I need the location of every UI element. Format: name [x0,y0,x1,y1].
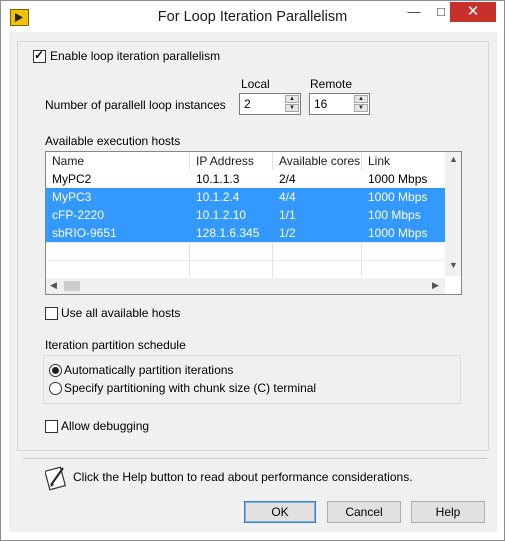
remote-instances-stepper[interactable]: 16 ▲ ▼ [309,93,370,115]
host-cores: 2/4 [279,172,296,186]
remote-decrement-icon[interactable]: ▼ [354,104,368,112]
remote-increment-icon[interactable]: ▲ [354,95,368,103]
host-name: sbRIO-9651 [52,226,117,240]
cancel-button[interactable]: Cancel [327,501,401,523]
separator [23,458,487,459]
host-cores: 1/1 [279,208,296,222]
table-row[interactable]: MyPC2 10.1.1.3 2/4 1000 Mbps [46,170,446,188]
enable-parallelism-checkbox[interactable] [33,48,46,63]
column-header-link[interactable]: Link [362,152,446,170]
host-name: MyPC3 [52,190,92,204]
host-ip: 10.1.2.4 [196,190,240,204]
dialog-body: Enable loop iteration parallelism Local … [9,32,497,532]
table-row[interactable]: sbRIO-9651 128.1.6.345 1/2 1000 Mbps [46,224,446,242]
note-pencil-icon [44,465,67,491]
table-row[interactable]: MyPC3 10.1.2.4 4/4 1000 Mbps [46,188,446,206]
host-link: 1000 Mbps [368,172,428,186]
local-decrement-icon[interactable]: ▼ [285,104,299,112]
host-cores: 1/2 [279,226,296,240]
scroll-up-icon[interactable]: ▲ [449,154,458,164]
host-link: 1000 Mbps [368,226,428,240]
title-bar[interactable]: For Loop Iteration Parallelism — □ ✕ [1,1,504,33]
hosts-section-label: Available execution hosts [45,134,181,148]
column-header-cores[interactable]: Available cores [273,152,362,170]
minimize-icon[interactable]: — [401,2,427,22]
host-link: 1000 Mbps [368,190,428,204]
host-ip: 10.1.2.10 [196,208,247,222]
instances-label: Number of parallell loop instances [45,98,226,112]
hosts-table[interactable]: Name IP Address Available cores Link MyP… [45,151,462,295]
local-label: Local [241,77,270,91]
row-divider [46,260,446,261]
host-ip: 10.1.1.3 [196,172,240,186]
host-name: cFP-2220 [52,208,105,222]
chunk-size-radio[interactable] [49,382,62,395]
column-header-ip[interactable]: IP Address [190,152,273,170]
use-all-hosts-label: Use all available hosts [61,306,181,320]
horizontal-scrollbar[interactable]: ◀ ▶ [46,278,445,294]
help-button[interactable]: Help [411,501,485,523]
row-divider [46,242,446,243]
column-header-name[interactable]: Name [46,152,190,170]
host-ip: 128.1.6.345 [196,226,260,240]
dialog-window: For Loop Iteration Parallelism — □ ✕ Ena… [0,0,505,541]
auto-partition-label: Automatically partition iterations [64,363,234,377]
column-divider [361,242,362,277]
partition-section-label: Iteration partition schedule [45,338,186,352]
local-increment-icon[interactable]: ▲ [285,95,299,103]
use-all-hosts-checkbox[interactable] [45,307,58,320]
local-instances-stepper[interactable]: 2 ▲ ▼ [239,93,301,115]
scroll-right-icon[interactable]: ▶ [432,280,439,291]
host-link: 100 Mbps [368,208,421,222]
allow-debugging-checkbox[interactable] [45,420,58,433]
remote-instances-value[interactable]: 16 [314,97,327,111]
host-cores: 4/4 [279,190,296,204]
vertical-scrollbar[interactable]: ▲ ▼ [445,152,461,276]
chunk-size-label: Specify partitioning with chunk size (C)… [64,381,317,395]
remote-label: Remote [310,77,353,91]
local-instances-value[interactable]: 2 [244,97,251,111]
host-name: MyPC2 [52,172,92,186]
table-row[interactable]: cFP-2220 10.1.2.10 1/1 100 Mbps [46,206,446,224]
enable-parallelism-label: Enable loop iteration parallelism [50,49,224,63]
help-hint-text: Click the Help button to read about perf… [73,470,413,484]
scroll-left-icon[interactable]: ◀ [50,280,57,291]
allow-debugging-label: Allow debugging [61,419,150,433]
scroll-down-icon[interactable]: ▼ [449,260,458,270]
auto-partition-radio[interactable] [49,364,62,377]
close-icon[interactable]: ✕ [450,2,496,22]
ok-button[interactable]: OK [244,501,316,523]
horizontal-scroll-thumb[interactable] [64,281,80,291]
column-divider [189,242,190,277]
column-divider [272,242,273,277]
